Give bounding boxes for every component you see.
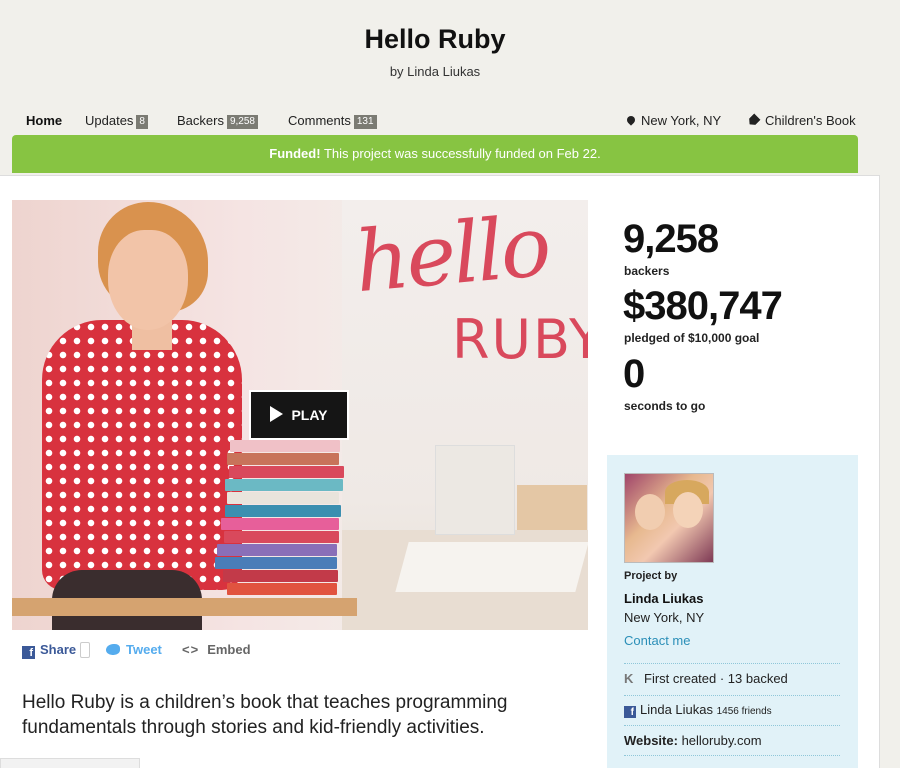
twitter-icon (106, 644, 120, 655)
funded-message: This project was successfully funded on … (320, 146, 601, 161)
tab-backers-label: Backers (177, 113, 224, 128)
tab-comments[interactable]: Comments 131 (288, 113, 377, 129)
book (225, 479, 343, 491)
embed-button[interactable]: <> Embed (182, 642, 251, 657)
video-rug (395, 542, 588, 592)
location-link[interactable]: New York, NY (625, 113, 722, 128)
book (227, 583, 337, 595)
tweet-label: Tweet (126, 642, 162, 657)
backers-count: 9,258 (623, 217, 719, 261)
divider (624, 695, 840, 696)
creator-avatar[interactable] (624, 473, 714, 563)
website-link[interactable]: helloruby.com (682, 733, 762, 748)
facebook-profile[interactable]: f Linda Liukas 1456 friends (624, 702, 772, 718)
location-label: New York, NY (641, 113, 722, 128)
book (229, 466, 344, 478)
created-info-text: First created · 13 backed (644, 671, 788, 686)
website-row: Website: helloruby.com (624, 733, 762, 748)
divider (624, 725, 840, 726)
comments-count-badge: 131 (353, 115, 377, 129)
facebook-icon: f (22, 646, 35, 659)
video-hello-lettering: hello (351, 200, 553, 312)
creator-name[interactable]: Linda Liukas (624, 591, 703, 606)
backers-label: backers (624, 264, 670, 278)
project-by-label: Project by (624, 570, 678, 582)
kickstarter-k-icon: K (624, 671, 634, 686)
lower-tab-stub (0, 758, 140, 768)
book (230, 440, 340, 452)
updates-count-badge: 8 (136, 115, 148, 129)
project-title: Hello Ruby (364, 24, 506, 54)
tab-updates-label: Updates (85, 113, 134, 128)
seconds-label: seconds to go (624, 399, 706, 413)
divider (624, 663, 840, 664)
category-label: Children's Book (765, 113, 856, 128)
seconds-count: 0 (623, 352, 645, 396)
book (217, 544, 337, 556)
video-drawer (435, 445, 515, 535)
play-icon (270, 406, 284, 422)
video-ruby-lettering: RUBY (452, 308, 588, 371)
category-link[interactable]: Children's Book (748, 113, 856, 128)
facebook-name: Linda Liukas (640, 702, 713, 717)
funded-strong: Funded! (269, 146, 321, 161)
tweet-button[interactable]: Tweet (106, 642, 162, 657)
avatar-face (635, 494, 665, 530)
play-button[interactable]: PLAY (249, 390, 349, 440)
pledged-amount: $380,747 (623, 284, 783, 328)
project-blurb: Hello Ruby is a children’s book that tea… (22, 692, 508, 738)
creator-location: New York, NY (624, 610, 705, 625)
book (215, 557, 337, 569)
backers-count-badge: 9,258 (226, 115, 258, 129)
website-label: Website: (624, 733, 678, 748)
project-nav: Home Updates 8 Backers 9,258 Comments 131 N… (26, 113, 860, 133)
book (227, 453, 339, 465)
person-dress (42, 320, 242, 590)
person-face (108, 230, 188, 330)
pledged-label: pledged of $10,000 goal (624, 331, 760, 345)
facebook-share-button[interactable]: f Share (22, 642, 91, 659)
video-shelf (517, 485, 587, 530)
funded-banner: Funded! This project was successfully fu… (12, 135, 858, 173)
facebook-icon: f (624, 706, 636, 718)
avatar-face (673, 492, 703, 528)
facebook-share-label: Share (40, 642, 77, 657)
book (227, 492, 339, 504)
embed-label: Embed (207, 642, 251, 657)
facebook-friends: 1456 friends (716, 706, 772, 717)
book-stack (215, 440, 344, 605)
book (224, 531, 339, 543)
tab-home[interactable]: Home (26, 113, 62, 128)
tab-updates[interactable]: Updates 8 (85, 113, 148, 129)
book (223, 570, 338, 582)
tag-icon (746, 113, 760, 127)
tab-backers[interactable]: Backers 9,258 (177, 113, 258, 129)
embed-icon: <> (182, 642, 200, 657)
book (221, 518, 339, 530)
created-info: K First created · 13 backed (624, 671, 788, 686)
book (225, 505, 341, 517)
project-video[interactable]: hello RUBY PLAY (12, 200, 588, 630)
location-pin-icon (625, 114, 637, 126)
tab-comments-label: Comments (288, 113, 351, 128)
share-count-bubble (80, 642, 91, 658)
project-byline: by Linda Liukas (389, 64, 481, 79)
divider (624, 755, 840, 756)
contact-me-link[interactable]: Contact me (624, 633, 690, 648)
play-label: PLAY (291, 407, 328, 423)
